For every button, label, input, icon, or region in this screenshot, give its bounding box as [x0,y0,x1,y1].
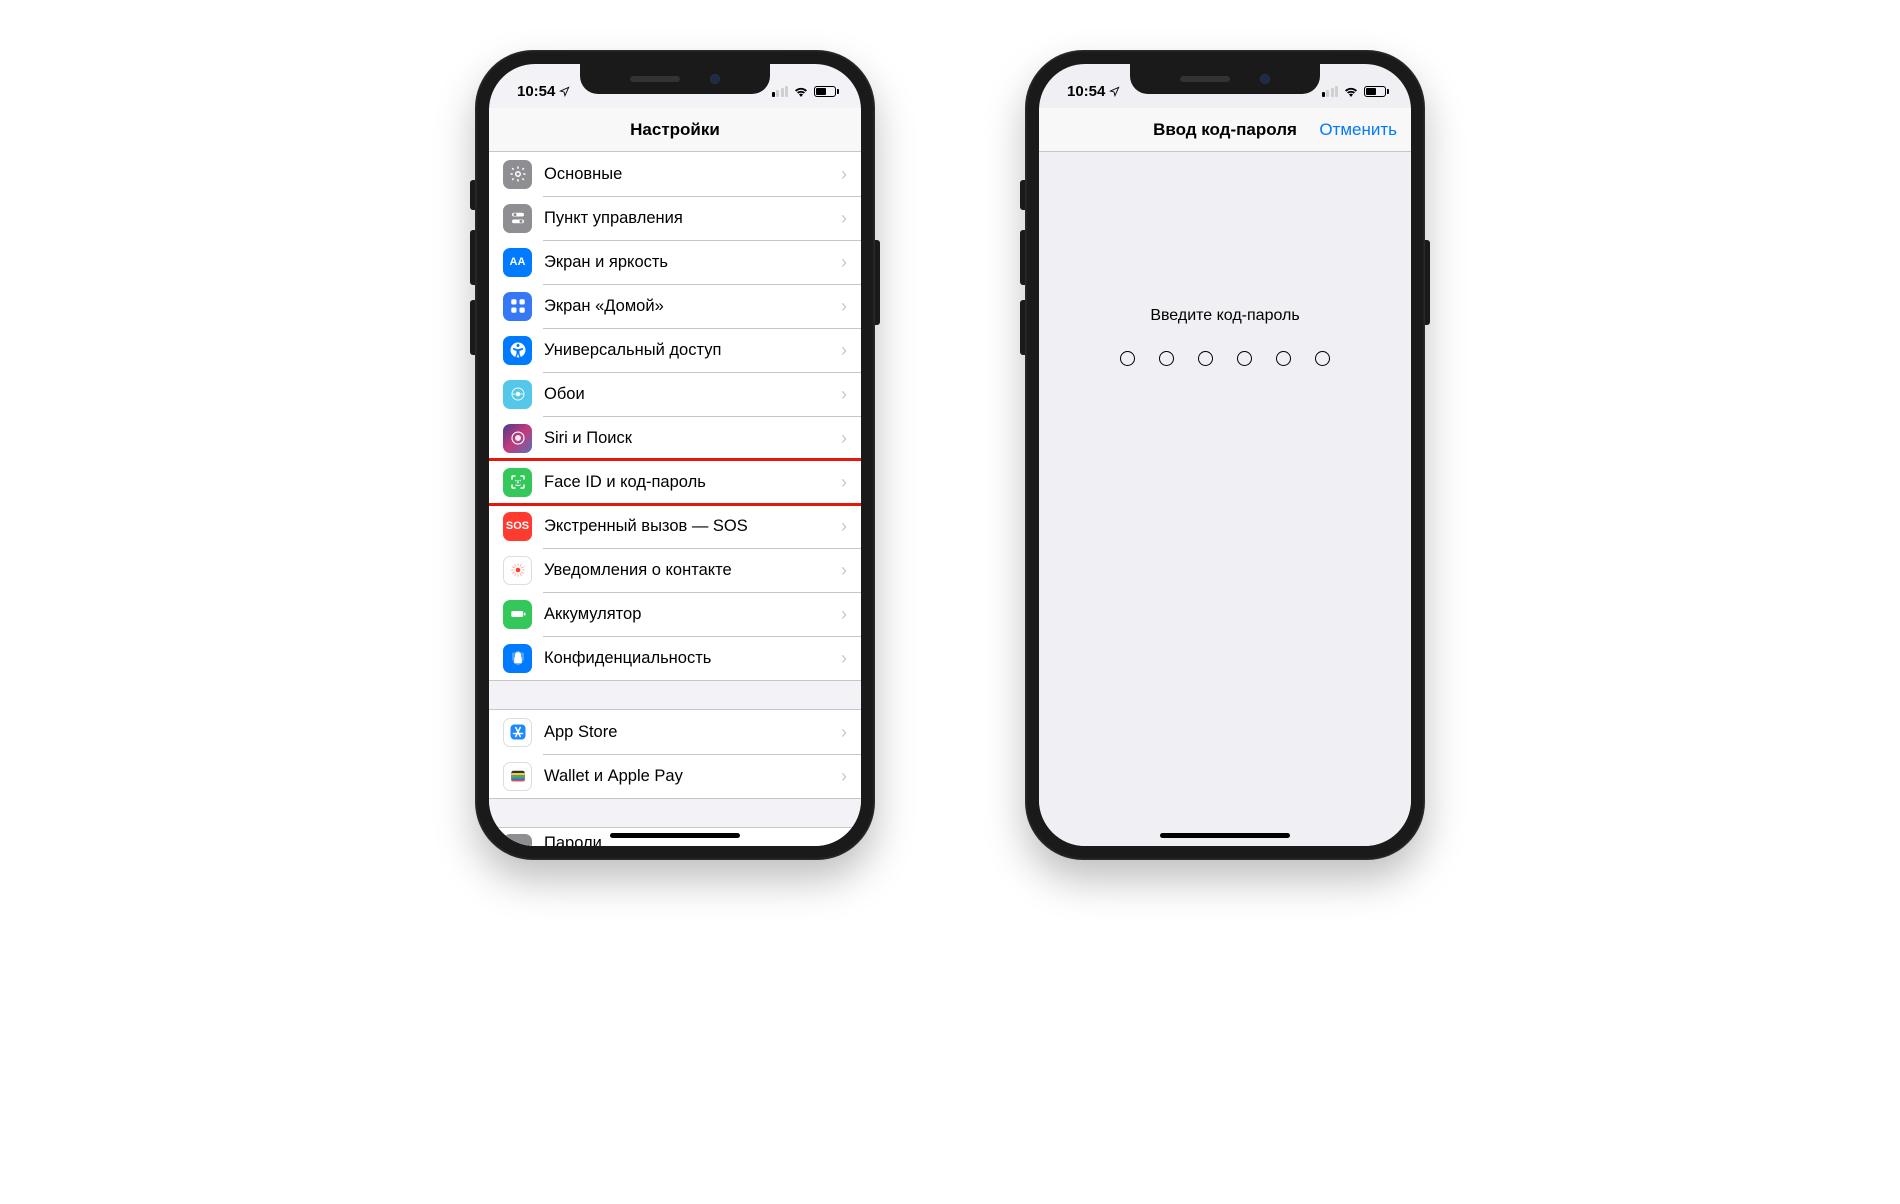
row-label: Пункт управления [544,209,841,228]
text-size-icon: AA [503,248,532,277]
chevron-right-icon: › [841,766,847,787]
siri-icon [503,424,532,453]
chevron-right-icon: › [841,648,847,669]
screen-settings: 10:54 Настройки Основные›Пункт упра [489,64,861,846]
wifi-icon [793,85,809,97]
row-label: Уведомления о контакте [544,561,841,580]
settings-row-toggles[interactable]: Пункт управления› [489,196,861,240]
home-grid-icon [503,292,532,321]
nav-bar: Ввод код-пароля Отменить [1039,108,1411,152]
page-title: Ввод код-пароля [1153,120,1297,140]
chevron-right-icon: › [841,604,847,625]
settings-row-battery[interactable]: Аккумулятор› [489,592,861,636]
phone-frame-left: 10:54 Настройки Основные›Пункт упра [475,50,875,860]
exposure-icon [503,556,532,585]
sos-icon: SOS [503,512,532,541]
cancel-button[interactable]: Отменить [1319,120,1397,140]
row-label: App Store [544,723,841,742]
battery-icon [1364,86,1389,97]
chevron-right-icon: › [841,164,847,185]
wifi-icon [1343,85,1359,97]
screen-passcode: 10:54 Ввод код-пароля Отменить [1039,64,1411,846]
status-time: 10:54 [1067,83,1105,100]
status-time: 10:54 [517,83,555,100]
nav-bar: Настройки [489,108,861,152]
row-label: Экран и яркость [544,253,841,272]
passcode-dot [1237,351,1252,366]
settings-row-wallet[interactable]: Wallet и Apple Pay› [489,754,861,798]
passcode-prompt: Введите код-пароль [1150,307,1299,325]
settings-row-faceid[interactable]: Face ID и код-пароль› [489,460,861,504]
page-title: Настройки [630,120,720,140]
phone-frame-right: 10:54 Ввод код-пароля Отменить [1025,50,1425,860]
row-label: Face ID и код-пароль [544,473,841,492]
chevron-right-icon: › [841,560,847,581]
passcode-dot [1198,351,1213,366]
appstore-icon [503,718,532,747]
row-label: Конфиденциальность [544,649,841,668]
settings-row-siri[interactable]: Siri и Поиск› [489,416,861,460]
battery-icon [503,600,532,629]
privacy-icon [503,644,532,673]
location-icon [559,86,570,97]
row-label: Wallet и Apple Pay [544,767,841,786]
settings-row-wallpaper[interactable]: Обои› [489,372,861,416]
chevron-right-icon: › [841,516,847,537]
chevron-right-icon: › [841,296,847,317]
wallpaper-icon [503,380,532,409]
row-label: Siri и Поиск [544,429,841,448]
chevron-right-icon: › [841,722,847,743]
settings-row-sos[interactable]: SOS Экстренный вызов — SOS› [489,504,861,548]
home-indicator[interactable] [1160,833,1290,838]
cellular-signal-icon [772,86,789,97]
row-label: Экстренный вызов — SOS [544,517,841,536]
row-label: Обои [544,385,841,404]
settings-row-appstore[interactable]: App Store› [489,710,861,754]
settings-row-accessibility[interactable]: Универсальный доступ› [489,328,861,372]
settings-row-home-grid[interactable]: Экран «Домой»› [489,284,861,328]
settings-list[interactable]: Основные›Пункт управления›AAЭкран и ярко… [489,152,861,846]
passcode-dot [1276,351,1291,366]
chevron-right-icon: › [841,208,847,229]
row-label: Аккумулятор [544,605,841,624]
settings-row-privacy[interactable]: Конфиденциальность› [489,636,861,680]
settings-row-text-size[interactable]: AA Экран и яркость› [489,240,861,284]
chevron-right-icon: › [841,252,847,273]
chevron-right-icon: › [841,340,847,361]
row-label: Универсальный доступ [544,341,841,360]
passcode-dots[interactable] [1120,351,1330,366]
settings-row-gear[interactable]: Основные› [489,152,861,196]
home-indicator[interactable] [610,833,740,838]
passcode-dot [1120,351,1135,366]
passcode-area: Введите код-пароль [1039,152,1411,846]
accessibility-icon [503,336,532,365]
gear-icon [503,160,532,189]
chevron-right-icon: › [841,834,847,846]
chevron-right-icon: › [841,428,847,449]
wallet-icon [503,762,532,791]
row-label: Экран «Домой» [544,297,841,316]
location-icon [1109,86,1120,97]
battery-icon [814,86,839,97]
passcode-dot [1159,351,1174,366]
key-icon [503,834,532,846]
chevron-right-icon: › [841,384,847,405]
passcode-dot [1315,351,1330,366]
cellular-signal-icon [1322,86,1339,97]
faceid-icon [503,468,532,497]
toggles-icon [503,204,532,233]
row-label: Основные [544,165,841,184]
settings-row-exposure[interactable]: Уведомления о контакте› [489,548,861,592]
chevron-right-icon: › [841,472,847,493]
